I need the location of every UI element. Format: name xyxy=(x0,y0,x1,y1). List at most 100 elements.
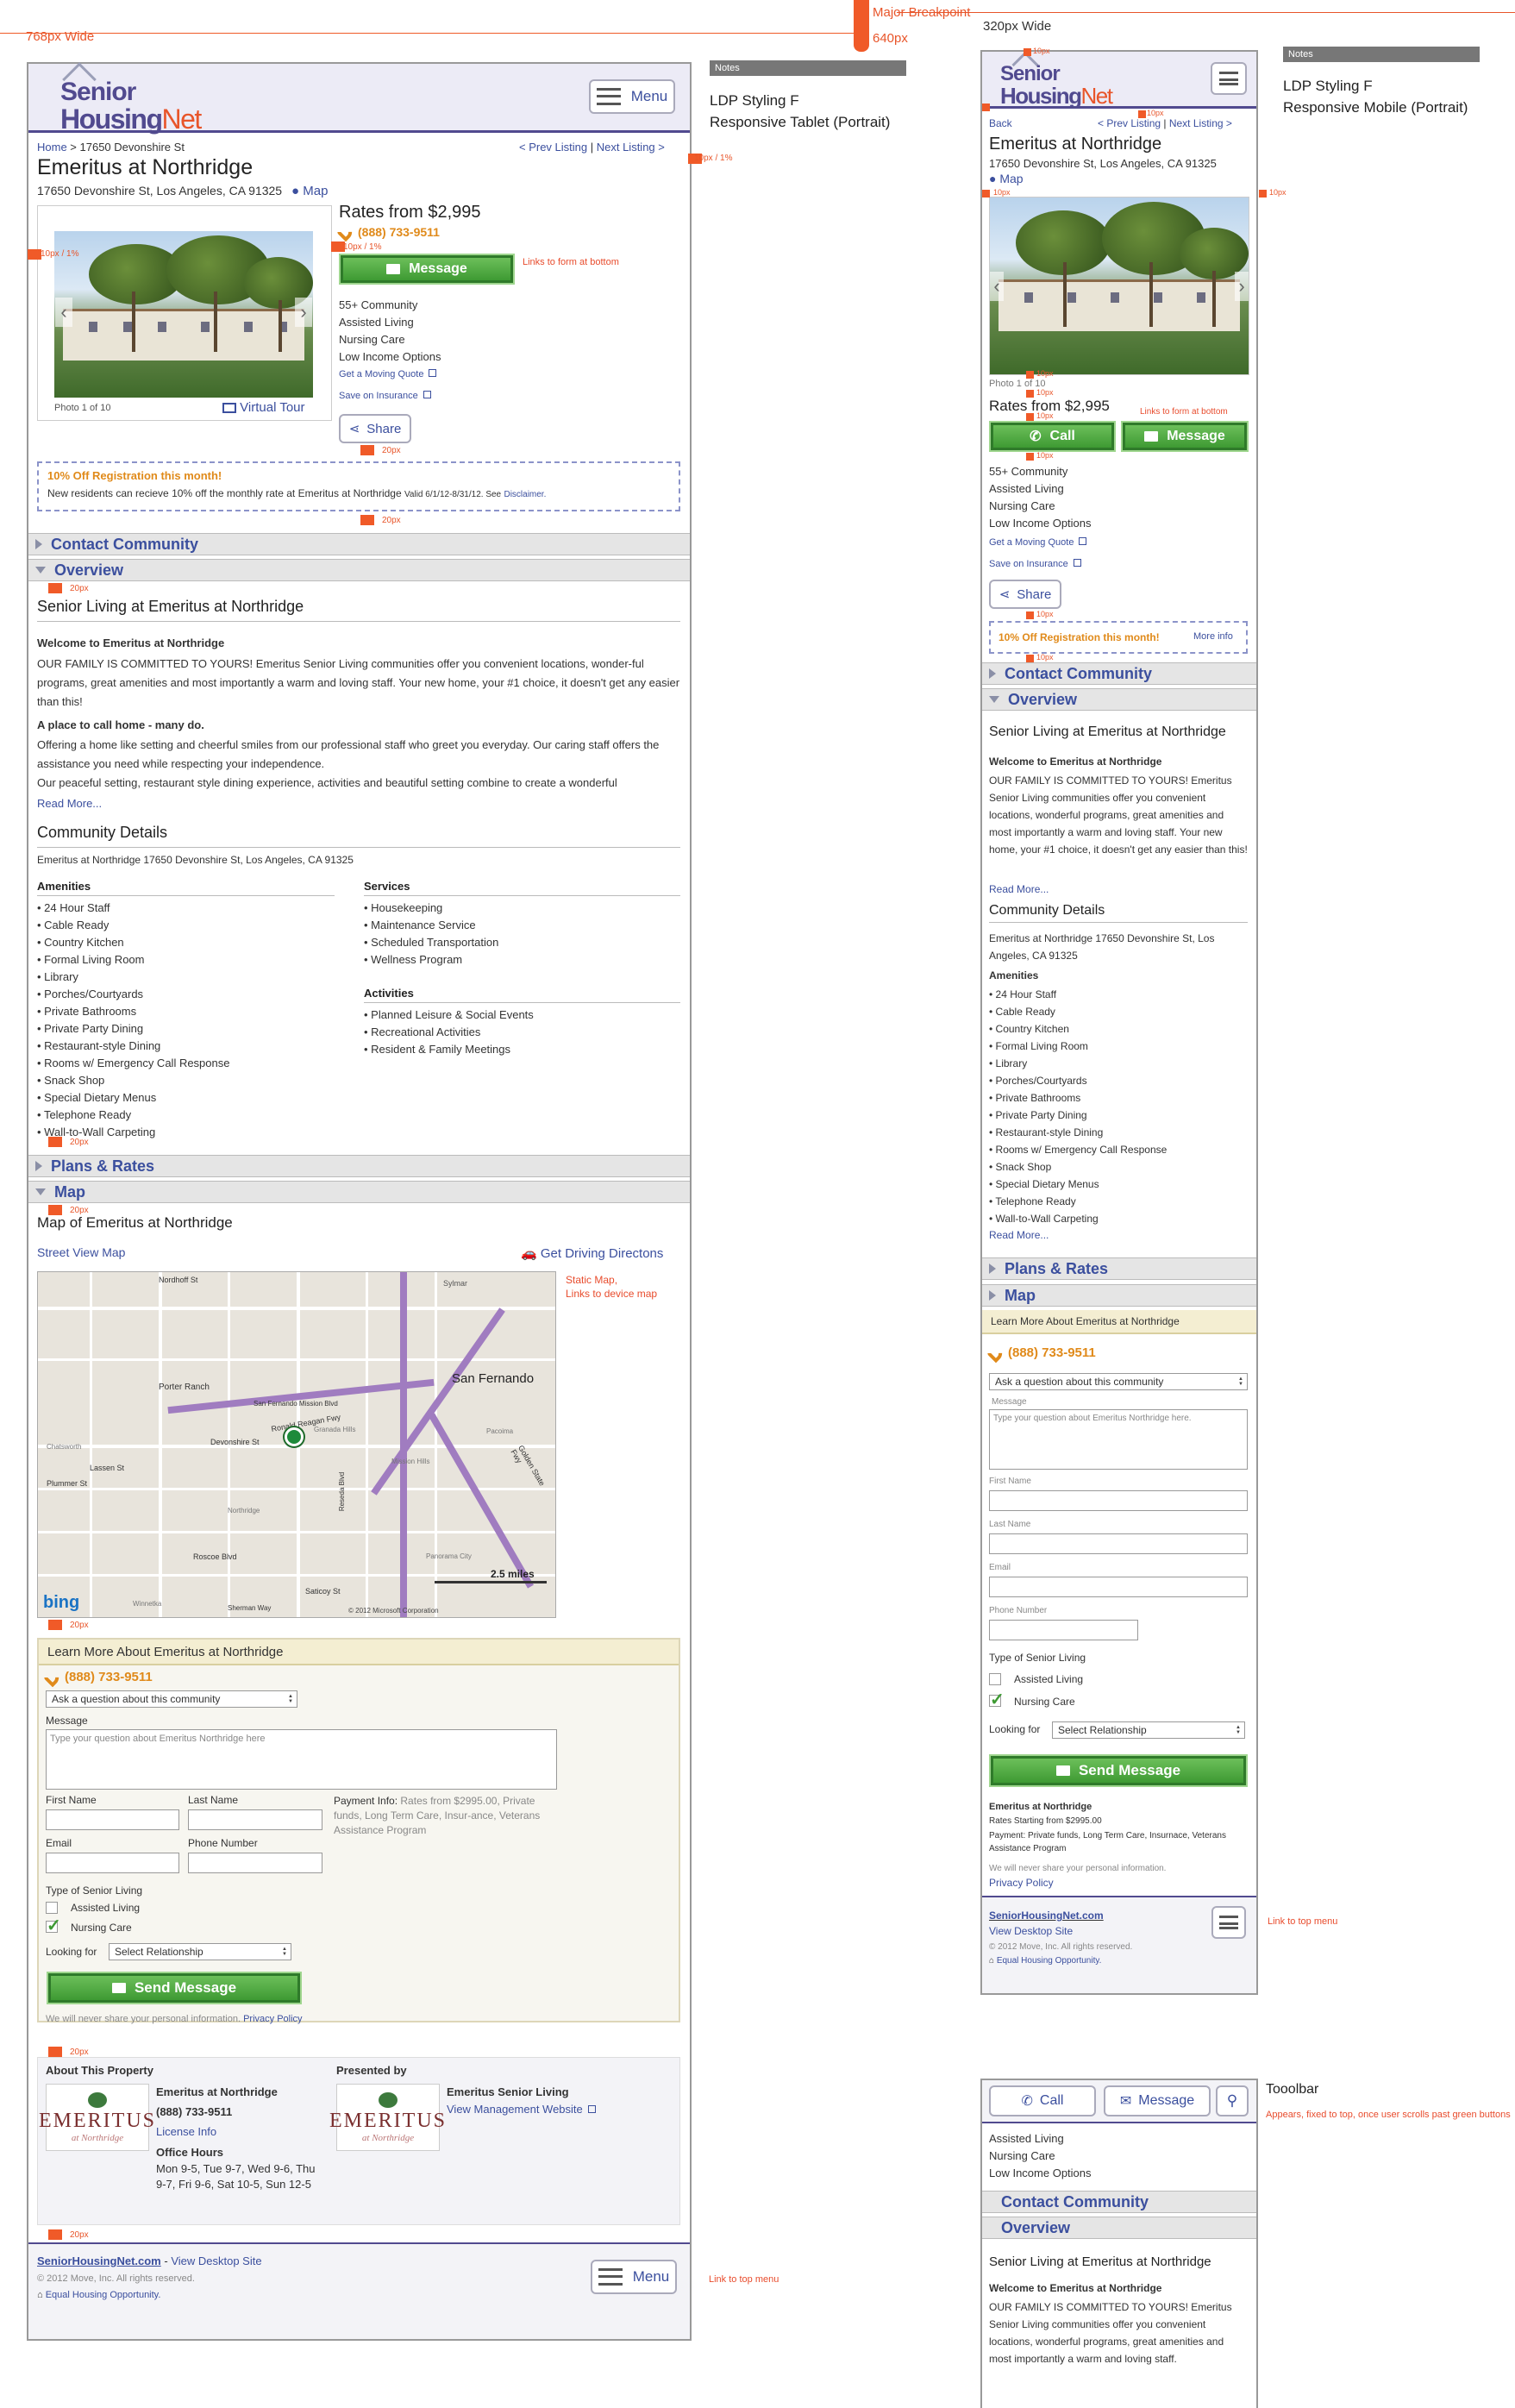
prev-photo-arrow-icon[interactable]: ‹ xyxy=(55,298,72,327)
width-768-label: 768px Wide xyxy=(26,29,95,44)
section-overview[interactable]: Overview xyxy=(28,559,690,581)
mobile-read-more-2-link[interactable]: Read More... xyxy=(989,1229,1049,1241)
street-view-link[interactable]: Street View Map xyxy=(37,1245,125,1259)
overview-p2: Offering a home like setting and cheerfu… xyxy=(37,738,660,770)
nursing-care-checkbox[interactable]: ✓ xyxy=(46,1917,61,1935)
insurance-link[interactable]: Save on Insurance xyxy=(339,391,431,401)
section-map[interactable]: Map xyxy=(28,1181,690,1203)
mobile-insurance-link[interactable]: Save on Insurance xyxy=(989,559,1081,569)
virtual-tour-link[interactable]: Virtual Tour xyxy=(222,400,305,415)
disclaimer-link[interactable]: Disclaimer. xyxy=(504,490,546,499)
toolbar-message-button[interactable]: ✉ Message xyxy=(1104,2085,1211,2116)
question-select[interactable]: Ask a question about this community xyxy=(46,1690,297,1708)
mobile-last-input[interactable] xyxy=(989,1533,1248,1554)
next-listing-link[interactable]: Next Listing > xyxy=(1169,117,1232,129)
prev-listing-link[interactable]: < Prev Listing xyxy=(519,141,587,154)
mobile-section-contact[interactable]: Contact Community xyxy=(982,662,1256,685)
next-photo-arrow-icon[interactable]: › xyxy=(1235,272,1249,301)
mobile-message-textarea[interactable]: Type your question about Emeritus Northr… xyxy=(989,1409,1248,1470)
view-desktop-link[interactable]: View Desktop Site xyxy=(171,2254,261,2267)
section-contact-community[interactable]: Contact Community xyxy=(28,533,690,555)
mobile-form-phone[interactable]: (888) 733-9511 xyxy=(986,1343,1096,1363)
prev-link[interactable]: < Prev xyxy=(1098,117,1128,129)
mobile-share-button[interactable]: ⋖ Share xyxy=(989,580,1061,609)
mobile-question-select[interactable]: Ask a question about this community xyxy=(989,1373,1248,1390)
read-more-link[interactable]: Read More... xyxy=(37,797,102,810)
mobile-back-link[interactable]: Back xyxy=(989,117,1012,129)
form-phone-link[interactable]: (888) 733-9511 xyxy=(42,1667,153,1687)
management-website-link[interactable]: View Management Website xyxy=(447,2103,596,2116)
property-phone: (888) 733-9511 xyxy=(156,2105,233,2118)
relationship-select[interactable]: Select Relationship xyxy=(109,1943,291,1960)
mobile-call-button[interactable]: ✆ Call xyxy=(989,421,1116,452)
mobile-relationship-select[interactable]: Select Relationship xyxy=(1052,1721,1245,1739)
mobile-read-more-link[interactable]: Read More... xyxy=(989,883,1049,895)
mobile-more-info-link[interactable]: More info xyxy=(1193,631,1233,642)
mobile-privacy-link[interactable]: Privacy Policy xyxy=(989,1877,1054,1889)
driving-directions-link[interactable]: 🚗 Get Driving Directons xyxy=(521,1245,663,1261)
mobile-email-input[interactable] xyxy=(989,1577,1248,1597)
next-photo-arrow-icon[interactable]: › xyxy=(295,298,312,327)
last-name-input[interactable] xyxy=(188,1809,322,1830)
mobile-section-map[interactable]: Map xyxy=(982,1284,1256,1307)
phone-number-input[interactable] xyxy=(188,1853,322,1873)
mobile-payment: Payment: Private funds, Long Term Care, … xyxy=(989,1831,1226,1853)
license-info-link[interactable]: License Info xyxy=(156,2125,216,2138)
section-plans-rates[interactable]: Plans & Rates xyxy=(28,1155,690,1177)
map-link[interactable]: ● Map xyxy=(291,184,328,198)
spacing-marker xyxy=(48,1620,62,1630)
phone-link[interactable]: (888) 733-9511 xyxy=(335,222,440,242)
mobile-email-label: Email xyxy=(989,1563,1011,1572)
send-message-button[interactable]: Send Message xyxy=(47,1972,302,2004)
spacing-label: 10px xyxy=(1033,47,1050,55)
spacing-label: 20px xyxy=(70,584,89,593)
mobile-footer-site-link[interactable]: SeniorHousingNet.com xyxy=(989,1909,1104,1922)
mobile-rates-start: Rates Starting from $2995.00 xyxy=(989,1816,1102,1826)
presented-by-heading: Presented by xyxy=(336,2064,407,2077)
mobile-footer-menu-button[interactable] xyxy=(1211,1906,1246,1939)
mobile-site-logo[interactable]: Senior HousingNet xyxy=(1000,64,1113,108)
mobile-phone-input[interactable] xyxy=(989,1620,1138,1640)
mobile-nursing-checkbox[interactable]: ✓ xyxy=(989,1691,1005,1709)
first-name-input[interactable] xyxy=(46,1809,179,1830)
menu-button[interactable]: Menu xyxy=(589,79,675,114)
mobile-section-plans[interactable]: Plans & Rates xyxy=(982,1257,1256,1280)
mobile-send-button[interactable]: Send Message xyxy=(989,1754,1248,1787)
site-logo[interactable]: Senior HousingNet xyxy=(60,79,202,134)
footer-site-link[interactable]: SeniorHousingNet.com xyxy=(37,2254,161,2267)
mobile-assisted-checkbox[interactable] xyxy=(989,1673,1001,1685)
email-label: Email xyxy=(46,1837,72,1849)
breadcrumb-home[interactable]: Home xyxy=(37,141,67,154)
mobile-map-link[interactable]: ● Map xyxy=(989,172,1024,185)
spacing-marker xyxy=(48,1205,62,1215)
property-photo[interactable] xyxy=(54,231,313,398)
prev-photo-arrow-icon[interactable]: ‹ xyxy=(990,272,1004,301)
mobile-moving-quote-link[interactable]: Get a Moving Quote xyxy=(989,537,1087,548)
toolbar-section-contact[interactable]: Contact Community xyxy=(982,2191,1256,2213)
next-listing-link[interactable]: Next Listing > xyxy=(597,141,665,154)
mobile-photo[interactable] xyxy=(989,197,1249,375)
mobile-first-input[interactable] xyxy=(989,1490,1248,1511)
mobile-message-button[interactable]: Message xyxy=(1121,421,1249,452)
assisted-living-checkbox[interactable] xyxy=(46,1902,58,1914)
footer-menu-button[interactable]: Menu xyxy=(591,2260,677,2294)
mobile-equal-housing-link[interactable]: ⌂ Equal Housing Opportunity. xyxy=(989,1956,1101,1966)
message-textarea[interactable]: Type your question about Emeritus Northr… xyxy=(46,1729,557,1790)
mobile-view-desktop-link[interactable]: View Desktop Site xyxy=(989,1925,1073,1937)
mobile-section-overview[interactable]: Overview xyxy=(982,688,1256,711)
toolbar-section-overview[interactable]: Overview xyxy=(982,2217,1256,2239)
mobile-menu-button[interactable] xyxy=(1211,62,1247,95)
spacing-marker xyxy=(48,2047,62,2057)
toolbar-search-button[interactable]: ⚲ xyxy=(1216,2085,1249,2116)
share-button[interactable]: ⋖ Share xyxy=(339,414,411,443)
equal-housing-link[interactable]: ⌂ Equal Housing Opportunity. xyxy=(37,2290,160,2300)
moving-quote-link[interactable]: Get a Moving Quote xyxy=(339,369,437,379)
privacy-policy-link[interactable]: Privacy Policy xyxy=(243,2014,302,2024)
note-link-top: Link to top menu xyxy=(709,2274,779,2285)
static-map[interactable]: San Fernando Nordhoff St Sylmar Porter R… xyxy=(37,1271,556,1618)
spacing-label: 10px / 1% xyxy=(694,154,733,163)
message-button[interactable]: Message xyxy=(339,254,515,285)
toolbar-call-button[interactable]: ✆ Call xyxy=(989,2085,1096,2116)
spacing-label: 20px xyxy=(70,1138,89,1147)
email-input[interactable] xyxy=(46,1853,179,1873)
